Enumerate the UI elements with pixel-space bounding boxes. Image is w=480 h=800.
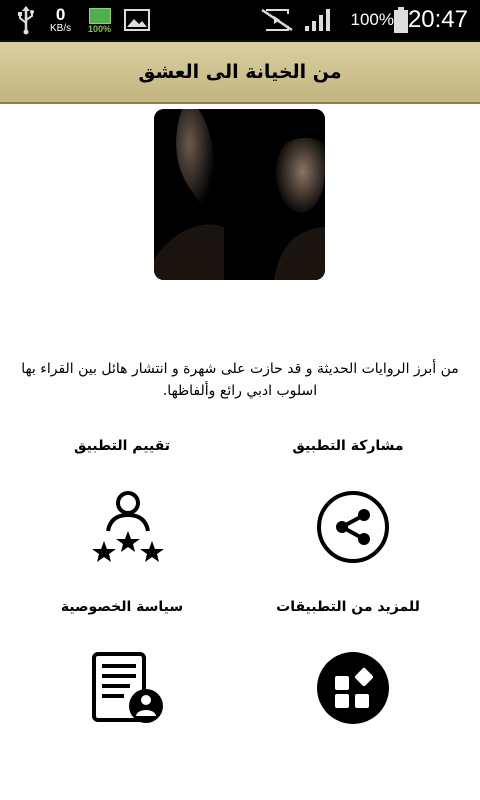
app-title-bar: من الخيانة الى العشق <box>0 40 480 104</box>
page-title: من الخيانة الى العشق <box>138 61 342 83</box>
app-description: من أبرز الروايات الحديثة و قد حازت على ش… <box>21 361 459 399</box>
battery-icon <box>394 0 408 40</box>
usb-icon <box>16 0 36 40</box>
clock: 20:47 <box>407 6 468 33</box>
battery-percent: 100% <box>350 10 394 29</box>
battery-small-percent: 100% <box>88 24 112 34</box>
apps-grid-icon[interactable] <box>315 650 391 726</box>
cover-image <box>154 109 325 280</box>
network-speed-value: 0 <box>55 5 66 24</box>
share-app-label: مشاركة التطبيق <box>292 438 404 454</box>
more-apps-label: للمزيد من التطبيقات <box>276 599 420 615</box>
status-bar: 0 KB/s 100% 100% 20:47 <box>0 0 480 40</box>
share-icon[interactable] <box>315 489 391 565</box>
battery-small-icon <box>88 8 111 24</box>
mute-icon <box>260 0 294 40</box>
battery-indicator-small: 100% <box>88 6 111 36</box>
document-user-icon[interactable] <box>88 650 164 726</box>
privacy-policy-label: سياسة الخصوصية <box>60 599 184 615</box>
rate-app-label: تقييم التطبيق <box>73 438 171 454</box>
network-speed: 0 KB/s <box>50 4 71 36</box>
rate-stars-icon[interactable] <box>88 489 164 565</box>
signal-icon <box>304 0 332 40</box>
network-speed-unit: KB/s <box>50 23 72 34</box>
image-icon <box>124 0 150 40</box>
